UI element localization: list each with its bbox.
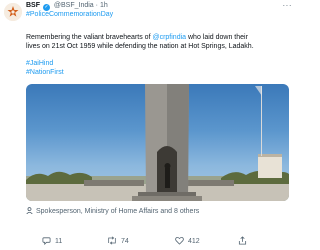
reply-icon: [42, 237, 51, 246]
photo-tags[interactable]: Spokesperson, Ministry of Home Affairs a…: [26, 207, 199, 216]
like-count: 412: [188, 238, 200, 245]
share-button[interactable]: [238, 236, 251, 245]
retweet-icon: [108, 236, 116, 245]
account-name[interactable]: BSF: [26, 2, 40, 9]
reply-button[interactable]: 11: [42, 236, 63, 246]
mention-crpfindia[interactable]: @crpfindia: [152, 34, 186, 41]
tweet-time[interactable]: 1h: [100, 2, 108, 9]
tweet-text-part-1: Remembering the valiant bravehearts of: [26, 34, 153, 41]
share-icon: [238, 236, 247, 245]
like-icon: [175, 236, 184, 245]
hashtag-nationfirst[interactable]: #NationFirst: [26, 68, 64, 77]
retweet-button[interactable]: 74: [107, 236, 129, 245]
tweet-text-line-2: lives on 21st Oct 1959 while defending t…: [26, 43, 254, 50]
bsf-logo-icon: [4, 3, 22, 21]
account-avatar[interactable]: [4, 3, 22, 21]
account-handle[interactable]: @BSF_India: [54, 2, 94, 9]
tagged-people-text: Spokesperson, Ministry of Home Affairs a…: [36, 208, 200, 215]
memorial-photo: [26, 84, 289, 201]
reply-count: 11: [55, 238, 63, 245]
tweet-photo[interactable]: [26, 84, 289, 201]
tweet-text-part-2: who laid down their: [186, 34, 248, 41]
like-button[interactable]: 412: [175, 236, 200, 245]
person-tag-icon: [26, 207, 33, 215]
separator-dot: ·: [95, 2, 98, 9]
hashtag-jaihind[interactable]: #JaiHind: [26, 59, 53, 68]
hashtag-police-commemoration-day[interactable]: #PoliceCommemorationDay: [26, 10, 113, 19]
retweet-count: 74: [121, 238, 129, 245]
tweet-text-line-1: Remembering the valiant bravehearts of @…: [26, 33, 248, 42]
more-options-icon[interactable]: ···: [283, 1, 293, 10]
